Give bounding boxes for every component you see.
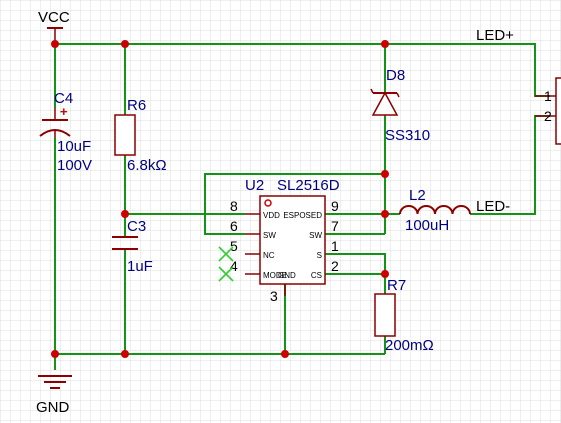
c4-value: 10uF	[57, 138, 91, 155]
r7-value: 200mΩ	[385, 337, 434, 354]
connector-body	[555, 77, 561, 145]
junction-dot	[381, 40, 389, 48]
junction-dot	[381, 270, 389, 278]
u2-pin1-number: 1	[331, 238, 339, 254]
junction-dot	[51, 350, 59, 358]
schematic-canvas: U2 SL2516D VDD SW NC MODE GND ESPOSED SW…	[0, 0, 561, 423]
c4-voltage: 100V	[57, 157, 92, 174]
net-label-led-plus: LED+	[476, 27, 514, 44]
u2-pin7-name: SW	[309, 231, 322, 240]
u2-pin5-number: 5	[230, 238, 238, 254]
u2-pin4-number: 4	[230, 258, 238, 274]
junction-dot	[381, 210, 389, 218]
connector-pin2: 2	[544, 108, 552, 124]
u2-pin8-name: VDD	[263, 211, 280, 220]
r6-designator: R6	[127, 97, 146, 114]
u2-pin8-number: 8	[230, 198, 238, 214]
r7-designator: R7	[387, 277, 406, 294]
u2-pin1-name: S	[317, 251, 322, 260]
c3-value: 1uF	[127, 258, 153, 275]
l2-value: 100uH	[405, 217, 449, 234]
junction-dot	[381, 170, 389, 178]
junction-dot	[121, 350, 129, 358]
l2-designator: L2	[409, 187, 426, 204]
connector-pin1: 1	[544, 88, 552, 104]
d8-designator: D8	[386, 67, 405, 84]
d8-value: SS310	[385, 127, 430, 144]
r6-body	[114, 114, 136, 156]
r7-body	[374, 293, 396, 337]
u2-designator: U2	[245, 177, 264, 194]
u2-pin9-name: ESPOSED	[283, 211, 322, 220]
u2-pin2-number: 2	[331, 258, 339, 274]
u2-pin6-name: SW	[263, 231, 276, 240]
junction-dot	[51, 40, 59, 48]
junction-dot	[121, 40, 129, 48]
u2-value: SL2516D	[277, 177, 340, 194]
u2-pin9-number: 9	[331, 198, 339, 214]
u2-pin3-name: GND	[278, 271, 296, 280]
c3-designator: C3	[127, 218, 146, 235]
net-label-led-minus: LED-	[476, 198, 510, 215]
gnd-label: GND	[36, 399, 70, 416]
u2-pin2-name: CS	[311, 271, 322, 280]
junction-dot	[121, 210, 129, 218]
u2-pin3-number: 3	[270, 288, 278, 304]
u2-pin7-number: 7	[331, 218, 339, 234]
u2-pin6-number: 6	[230, 218, 238, 234]
c4-designator: C4	[54, 90, 73, 107]
r6-value: 6.8kΩ	[127, 157, 167, 174]
junction-dot	[281, 350, 289, 358]
vcc-label: VCC	[38, 9, 70, 26]
u2-pin5-name: NC	[263, 251, 275, 260]
